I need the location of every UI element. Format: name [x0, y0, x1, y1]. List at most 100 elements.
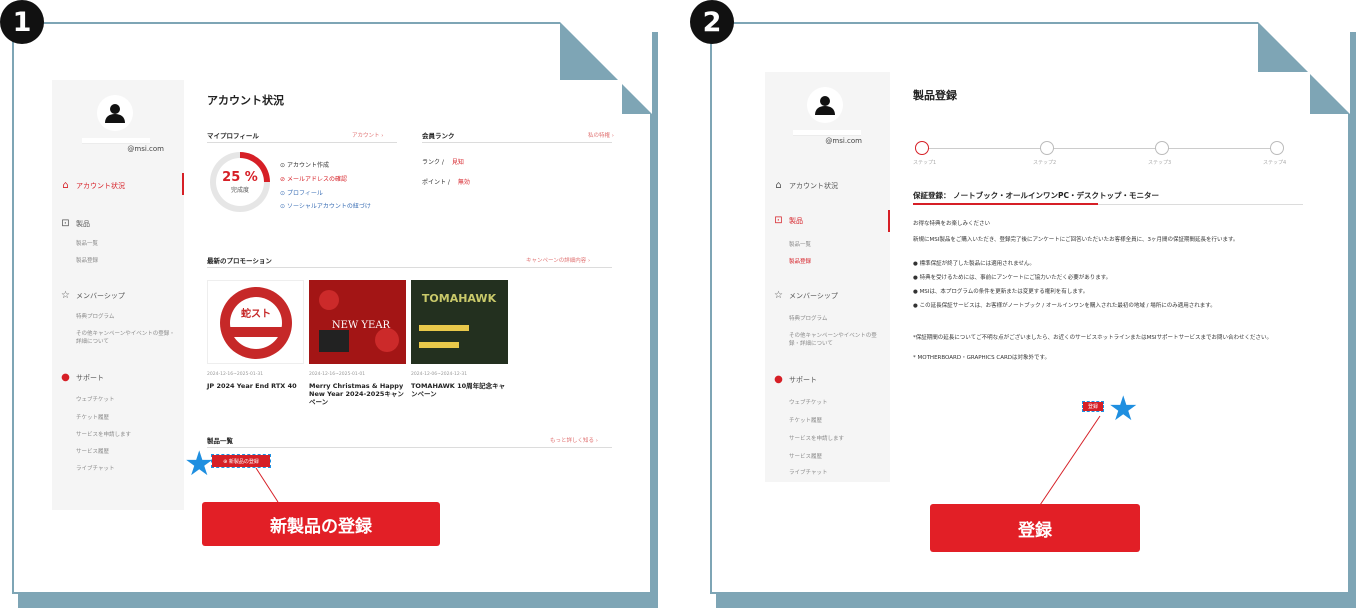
my-benefits-link[interactable]: 私の特権 ›	[588, 131, 614, 139]
sidebar-item-label: アカウント状況	[76, 181, 125, 190]
sidebar-sub-live-chat[interactable]: ライブチャット	[789, 468, 827, 476]
page-title: 製品登録	[913, 89, 957, 102]
highlight-star-icon: ★	[184, 444, 215, 484]
sidebar-sub-web-ticket[interactable]: ウェブチケット	[76, 395, 115, 403]
my-profile-heading: マイプロフィール	[207, 132, 259, 140]
bullet-item: ● 特典を受けるためには、事前にアンケートにご協力いただく必要があります。	[913, 275, 1112, 281]
home-icon: ⌂	[775, 180, 782, 191]
divider	[207, 447, 612, 448]
step-1-badge: 1	[0, 0, 44, 44]
promo-date: 2024-12-16~2025-01-31	[207, 372, 264, 377]
sidebar-sub-product-list[interactable]: 製品一覧	[789, 240, 811, 248]
register-callout: 登録	[930, 504, 1140, 552]
step-2-badge: 2	[690, 0, 734, 44]
callout-connector	[1037, 415, 1101, 509]
check-icon: ⊙	[280, 203, 286, 210]
bullet-item: ● この延長保証サービスは、お客様がノートブック / オールインワンを購入された…	[913, 303, 1216, 309]
checklist-item[interactable]: ⊙ ソーシャルアカウントの紐づけ	[280, 202, 398, 211]
sidebar-sub-ticket-history[interactable]: チケット履歴	[76, 413, 109, 421]
checklist-item[interactable]: ⊙ プロフィール	[280, 188, 323, 197]
sidebar-item-support[interactable]: ● サポート	[60, 372, 104, 383]
bullet-item: ● 標準保証が終了した製品には適用されません。	[913, 261, 1035, 267]
step-2-panel: @msi.com ⌂ アカウント状況 ⊡ 製品 製品一覧 製品登録 ☆ メンバー…	[710, 22, 1356, 608]
sidebar-item-membership[interactable]: ☆ メンバーシップ	[60, 290, 125, 301]
points-value: 無効	[457, 179, 470, 186]
sidebar-item-label: メンバーシップ	[76, 291, 125, 300]
sidebar: @msi.com ⌂ アカウント状況 ⊡ 製品 製品一覧 製品登録 ☆ メンバー…	[765, 72, 890, 482]
sidebar-item-membership[interactable]: ☆ メンバーシップ	[773, 290, 838, 301]
sidebar-item-account[interactable]: ⌂ アカウント状況	[60, 180, 125, 191]
contact-note: *保証期間の延長についてご不明な点がございましたら、お近くのサービスホットライン…	[913, 335, 1272, 341]
check-icon: ⊙	[280, 190, 286, 197]
points-label: ポイント /	[422, 179, 450, 186]
sidebar-sub-product-list[interactable]: 製品一覧	[76, 239, 98, 247]
sidebar-sub-other-campaign[interactable]: その他キャンペーンやイベントの登録・詳細について	[789, 332, 885, 348]
step-3-indicator	[1155, 141, 1169, 155]
check-icon: ⊙	[280, 162, 286, 169]
active-indicator	[182, 173, 184, 195]
divider	[207, 142, 397, 143]
sidebar-sub-member-program[interactable]: 特典プログラム	[789, 314, 827, 322]
promo-image-2[interactable]: NEW YEAR	[309, 280, 406, 364]
heading-underline	[913, 203, 1098, 205]
sidebar-sub-product-register[interactable]: 製品登録	[789, 257, 811, 265]
sidebar-sub-product-register[interactable]: 製品登録	[76, 256, 98, 264]
product-icon: ⊡	[774, 215, 783, 226]
more-info-link[interactable]: もっと詳しく知る ›	[550, 436, 598, 444]
sidebar-sub-service-history[interactable]: サービス履歴	[789, 452, 822, 460]
checklist-label: ソーシャルアカウントの紐づけ	[286, 203, 371, 210]
promo-title[interactable]: TOMAHAWK 10周年記念キャンペーン	[411, 382, 509, 398]
step-2-indicator	[1040, 141, 1054, 155]
sidebar-sub-apply-service[interactable]: サービスを申請します	[76, 430, 131, 438]
callout-connector	[255, 467, 279, 503]
promo-title[interactable]: Merry Christmas & Happy New Year 2024-20…	[309, 382, 407, 406]
home-icon: ⌂	[62, 180, 69, 191]
description-text: 新規にMSI製品をご購入いただき、登録完了後にアンケートにご回答いただいたお客様…	[913, 237, 1239, 243]
checklist-label: アカウント作成	[286, 162, 329, 169]
sidebar-item-account[interactable]: ⌂ アカウント状況	[773, 180, 838, 191]
sidebar-sub-apply-service[interactable]: サービスを申請します	[789, 434, 844, 442]
checklist-item[interactable]: ⊘ メールアドレスの確認	[280, 174, 347, 183]
bullet-text: 特典を受けるためには、事前にアンケートにご協力いただく必要があります。	[919, 275, 1112, 281]
promo-art: NEW YEAR	[309, 280, 406, 364]
register-button[interactable]: 登録	[1082, 401, 1104, 412]
step-label: ステップ3	[1148, 160, 1172, 166]
username-field	[82, 138, 150, 144]
warranty-heading: 保証登録： ノートブック・オールインワンPC・デスクトップ・モニター	[913, 191, 1159, 200]
svg-text:蛇スト: 蛇スト	[241, 307, 271, 320]
points-row: ポイント / 無効	[422, 177, 470, 186]
sidebar-sub-live-chat[interactable]: ライブチャット	[76, 464, 114, 472]
sidebar-sub-member-program[interactable]: 特典プログラム	[76, 312, 114, 320]
promo-art: TOMAHAWK	[411, 280, 508, 364]
user-email: @msi.com	[825, 137, 862, 145]
checklist-label: プロフィール	[286, 190, 323, 197]
bullet-text: MSIは、本プログラムの条件を更新または変更する権利を有します。	[919, 289, 1089, 295]
sidebar-sub-ticket-history[interactable]: チケット履歴	[789, 416, 822, 424]
rank-row: ランク / 見知	[422, 157, 464, 166]
member-rank-heading: 会員ランク	[422, 132, 455, 140]
sidebar-item-products[interactable]: ⊡ 製品	[60, 218, 90, 229]
promo-title[interactable]: JP 2024 Year End RTX 40	[207, 382, 305, 390]
step-1-panel: @msi.com ⌂ アカウント状況 ⊡ 製品 製品一覧 製品登録 ☆ メンバー…	[12, 22, 658, 608]
step-4-indicator	[1270, 141, 1284, 155]
bullet-item: ● MSIは、本プログラムの条件を更新または変更する権利を有します。	[913, 289, 1089, 295]
rank-label: ランク /	[422, 159, 444, 166]
sidebar-sub-service-history[interactable]: サービス履歴	[76, 447, 109, 455]
account-link[interactable]: アカウント ›	[352, 131, 383, 139]
promo-image-3[interactable]: TOMAHAWK	[411, 280, 508, 364]
username-field	[793, 130, 861, 136]
new-product-callout: 新製品の登録	[202, 502, 440, 546]
donut-center: 25 % 完成度	[216, 158, 264, 206]
promo-image-1[interactable]: 蛇スト	[207, 280, 304, 364]
sidebar-sub-other-campaign[interactable]: その他キャンペーンやイベントの登録・詳細について	[76, 330, 176, 346]
sidebar-item-products[interactable]: ⊡ 製品	[773, 215, 803, 226]
page-title: アカウント状況	[207, 94, 284, 107]
sidebar-item-label: メンバーシップ	[789, 291, 838, 300]
sidebar-item-support[interactable]: ● サポート	[773, 374, 817, 385]
sidebar-sub-web-ticket[interactable]: ウェブチケット	[789, 398, 828, 406]
promo-date: 2024-12-06~2024-12-31	[411, 372, 468, 377]
campaign-detail-link[interactable]: キャンペーンの詳細内容 ›	[526, 256, 590, 264]
sidebar-item-label: 製品	[789, 216, 803, 225]
avatar	[97, 95, 133, 131]
checklist-item[interactable]: ⊙ アカウント作成	[280, 160, 329, 169]
